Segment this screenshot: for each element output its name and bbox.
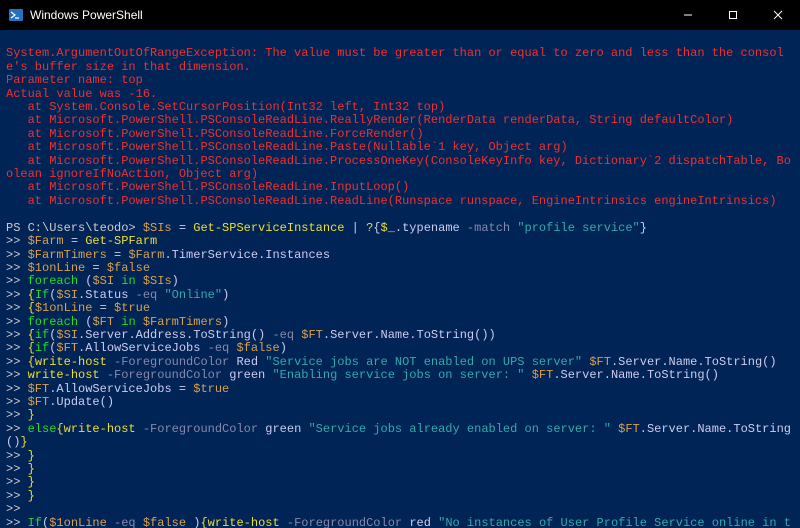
console-output[interactable]: System.ArgumentOutOfRangeException: The … (0, 30, 800, 528)
prompt: PS C:\Users\teodo> (6, 221, 143, 235)
powershell-window: Windows PowerShell System.ArgumentOutOfR… (0, 0, 800, 528)
close-button[interactable] (755, 0, 800, 30)
powershell-icon (8, 7, 24, 23)
titlebar[interactable]: Windows PowerShell (0, 0, 800, 30)
window-title: Windows PowerShell (30, 8, 665, 22)
maximize-button[interactable] (710, 0, 755, 30)
error-text: System.ArgumentOutOfRangeException: The … (6, 46, 791, 207)
minimize-button[interactable] (665, 0, 710, 30)
